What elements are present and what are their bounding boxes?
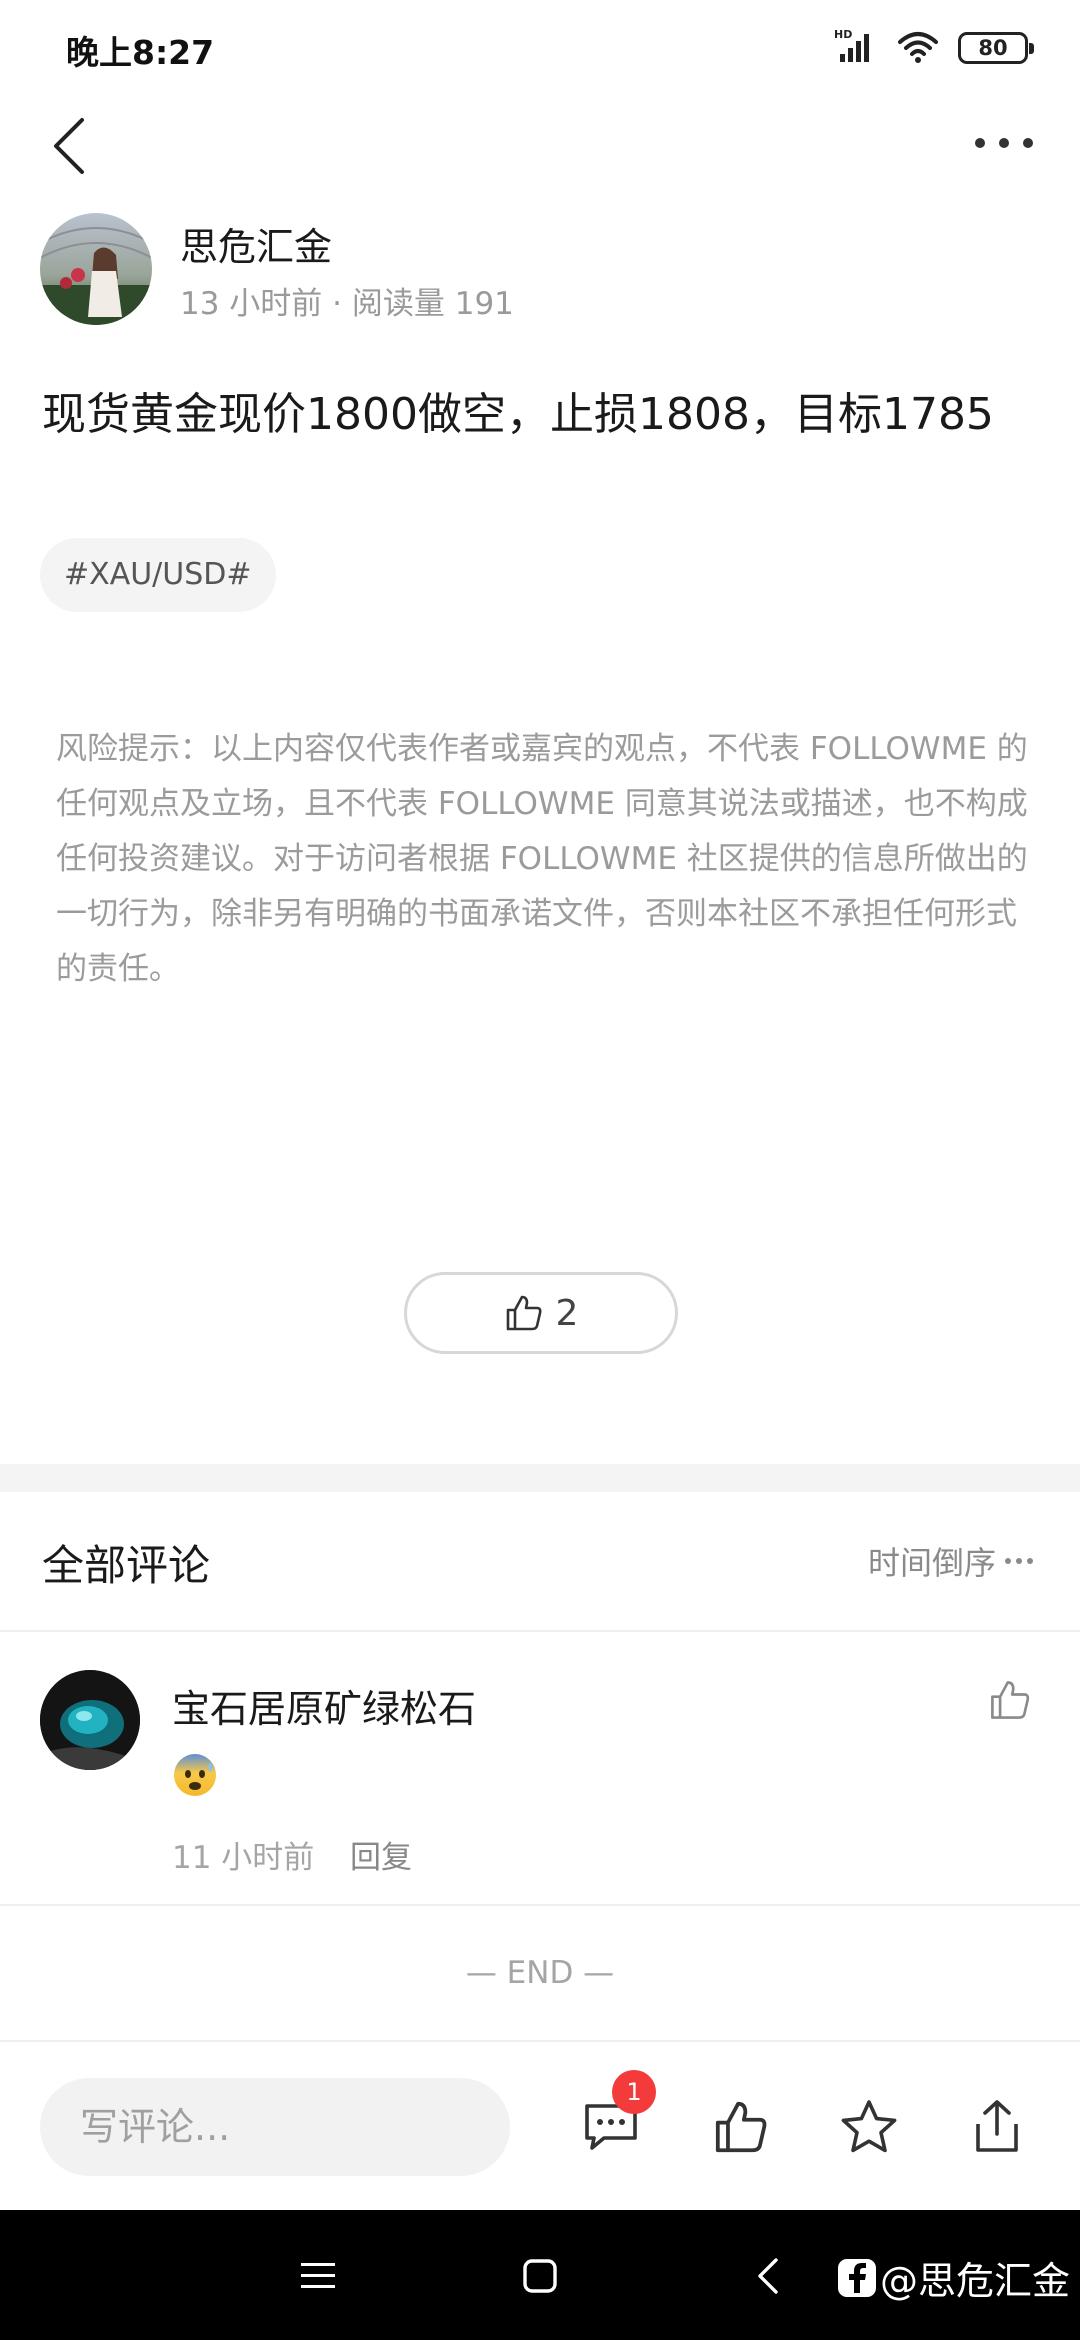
end-marker: — END — [0, 1906, 1080, 2042]
battery-icon: 80 [958, 32, 1034, 64]
square-home-icon [523, 2259, 557, 2293]
bottom-action-bar: 1 [0, 2044, 1080, 2210]
hamburger-icon [301, 2263, 335, 2288]
comments-title: 全部评论 [42, 1541, 211, 1590]
share-button[interactable] [962, 2092, 1032, 2162]
more-dots-icon [975, 138, 1033, 148]
commenter-avatar[interactable] [40, 1670, 140, 1770]
back-nav-button[interactable] [740, 2248, 796, 2304]
sort-label: 时间倒序 [867, 1544, 996, 1582]
more-options-button[interactable] [964, 118, 1044, 168]
star-icon [841, 2100, 897, 2153]
more-dots-icon [1005, 1558, 1033, 1564]
sort-order-button[interactable]: 时间倒序 [868, 1538, 1034, 1584]
watermark: @思危汇金 [837, 2250, 1070, 2305]
thumbs-up-icon [506, 1295, 542, 1331]
menu-nav-button[interactable] [290, 2248, 346, 2304]
post-like-button[interactable]: 2 [404, 1272, 678, 1354]
system-navigation-bar: @思危汇金 [0, 2210, 1080, 2340]
post-content: 现货黄金现价1800做空，止损1808，目标1785 [42, 389, 994, 440]
comments-header: 全部评论 时间倒序 [0, 1492, 1080, 1632]
chevron-left-icon [758, 2258, 778, 2294]
back-button[interactable] [40, 108, 100, 184]
comment-count-badge: 1 [612, 2070, 656, 2114]
status-icons: HD 80 [834, 28, 1034, 68]
like-button[interactable] [706, 2092, 776, 2162]
home-nav-button[interactable] [512, 2248, 568, 2304]
comment-like-button[interactable] [988, 1678, 1044, 1734]
comment-time: 11 小时前 [172, 1840, 315, 1876]
favorite-button[interactable] [834, 2092, 904, 2162]
battery-level: 80 [978, 36, 1008, 60]
like-count: 2 [555, 1292, 579, 1334]
wifi-icon [896, 28, 940, 68]
comment-input[interactable] [40, 2078, 510, 2176]
network-label: HD [834, 28, 852, 41]
thumbs-up-icon [991, 1681, 1030, 1719]
comments-button[interactable]: 1 [576, 2070, 656, 2162]
author-name[interactable]: 思危汇金 [180, 216, 332, 271]
topic-tag[interactable]: #XAU/USD# [40, 538, 276, 612]
status-bar: 晚上8:27 HD 80 [0, 0, 1080, 96]
fearful-face-emoji-icon [172, 1752, 218, 1798]
status-time: 晚上8:27 [66, 33, 215, 72]
watermark-text: @思危汇金 [879, 2259, 1070, 2303]
post-meta: 13 小时前 · 阅读量 191 [180, 286, 514, 322]
facebook-logo-icon [837, 2258, 876, 2297]
comment-item: 宝石居原矿绿松石 11 小时前 回复 [0, 1634, 1080, 1906]
chevron-left-icon [54, 118, 84, 174]
section-divider [0, 1464, 1080, 1492]
author-avatar[interactable] [40, 213, 152, 325]
share-icon [976, 2100, 1018, 2152]
signal-icon: HD [834, 28, 878, 68]
commenter-name[interactable]: 宝石居原矿绿松石 [172, 1678, 476, 1733]
reply-button[interactable]: 回复 [350, 1832, 412, 1877]
thumbs-up-icon [715, 2101, 767, 2153]
risk-disclaimer: 风险提示：以上内容仅代表作者或嘉宾的观点，不代表 FOLLOWME 的任何观点及… [56, 731, 1028, 987]
